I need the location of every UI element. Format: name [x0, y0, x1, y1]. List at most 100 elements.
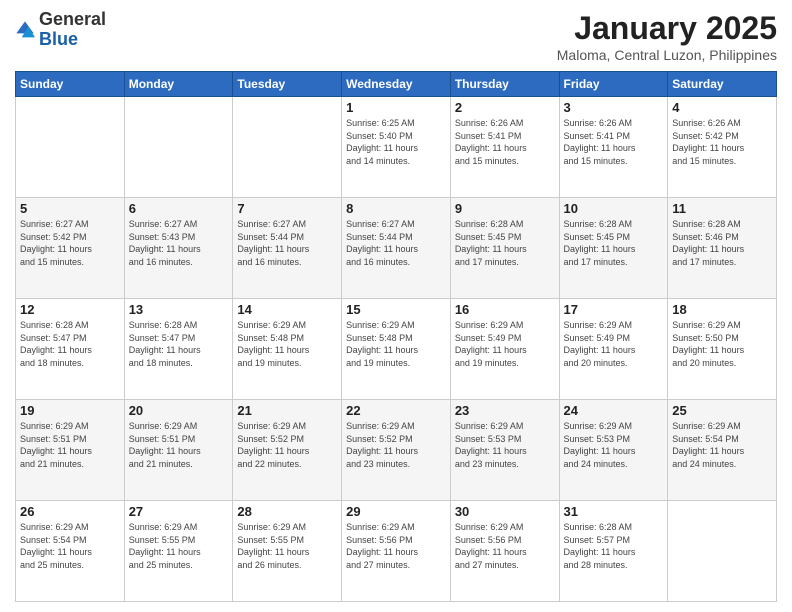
week-row-4: 19 Sunrise: 6:29 AMSunset: 5:51 PMDayligh…: [16, 400, 777, 501]
day-info: Sunrise: 6:29 AMSunset: 5:53 PMDaylight:…: [455, 420, 555, 470]
day-info: Sunrise: 6:26 AMSunset: 5:41 PMDaylight:…: [564, 117, 664, 167]
calendar: SundayMondayTuesdayWednesdayThursdayFrid…: [15, 71, 777, 602]
day-info: Sunrise: 6:29 AMSunset: 5:55 PMDaylight:…: [237, 521, 337, 571]
calendar-cell: 21Sunrise: 6:29 AMSunset: 5:52 PMDayligh…: [233, 400, 342, 501]
calendar-cell: 30Sunrise: 6:29 AMSunset: 5:56 PMDayligh…: [450, 501, 559, 602]
calendar-cell: 31 Sunrise: 6:28 AMSunset: 5:57 PMDayligh…: [559, 501, 668, 602]
day-header-wednesday: Wednesday: [342, 72, 451, 97]
logo-general: General: [39, 9, 106, 29]
day-info: Sunrise: 6:29 AMSunset: 5:48 PMDaylight:…: [346, 319, 446, 369]
day-number: 9: [455, 201, 555, 216]
day-number: 3: [564, 100, 664, 115]
day-number: 4: [672, 100, 772, 115]
day-header-tuesday: Tuesday: [233, 72, 342, 97]
day-info: Sunrise: 6:29 AMSunset: 5:56 PMDaylight:…: [346, 521, 446, 571]
day-info: Sunrise: 6:29 AMSunset: 5:48 PMDaylight:…: [237, 319, 337, 369]
day-info: Sunrise: 6:29 AMSunset: 5:53 PMDaylight:…: [564, 420, 664, 470]
day-number: 26: [20, 504, 120, 519]
page: General Blue January 2025 Maloma, Centra…: [0, 0, 792, 612]
calendar-cell: 7 Sunrise: 6:27 AMSunset: 5:44 PMDaylight…: [233, 198, 342, 299]
day-info: Sunrise: 6:28 AMSunset: 5:47 PMDaylight:…: [129, 319, 229, 369]
day-number: 22: [346, 403, 446, 418]
calendar-header: SundayMondayTuesdayWednesdayThursdayFrid…: [16, 72, 777, 97]
day-header-thursday: Thursday: [450, 72, 559, 97]
day-info: Sunrise: 6:28 AMSunset: 5:46 PMDaylight:…: [672, 218, 772, 268]
day-number: 7: [237, 201, 337, 216]
calendar-cell: [668, 501, 777, 602]
location: Maloma, Central Luzon, Philippines: [557, 47, 777, 63]
calendar-body: 1 Sunrise: 6:25 AMSunset: 5:40 PMDaylight…: [16, 97, 777, 602]
day-info: Sunrise: 6:29 AMSunset: 5:51 PMDaylight:…: [129, 420, 229, 470]
day-number: 18: [672, 302, 772, 317]
day-number: 20: [129, 403, 229, 418]
day-info: Sunrise: 6:29 AMSunset: 5:56 PMDaylight:…: [455, 521, 555, 571]
day-header-row: SundayMondayTuesdayWednesdayThursdayFrid…: [16, 72, 777, 97]
day-info: Sunrise: 6:25 AMSunset: 5:40 PMDaylight:…: [346, 117, 446, 167]
calendar-cell: 13 Sunrise: 6:28 AMSunset: 5:47 PMDayligh…: [124, 299, 233, 400]
calendar-cell: 23 Sunrise: 6:29 AMSunset: 5:53 PMDayligh…: [450, 400, 559, 501]
calendar-cell: 20 Sunrise: 6:29 AMSunset: 5:51 PMDayligh…: [124, 400, 233, 501]
calendar-cell: 4Sunrise: 6:26 AMSunset: 5:42 PMDaylight…: [668, 97, 777, 198]
day-number: 19: [20, 403, 120, 418]
day-number: 23: [455, 403, 555, 418]
day-number: 25: [672, 403, 772, 418]
calendar-cell: 19Sunrise: 6:29 AMSunset: 5:51 PMDayligh…: [16, 400, 125, 501]
day-info: Sunrise: 6:27 AMSunset: 5:43 PMDaylight:…: [129, 218, 229, 268]
day-info: Sunrise: 6:28 AMSunset: 5:57 PMDaylight:…: [564, 521, 664, 571]
day-number: 28: [237, 504, 337, 519]
month-title: January 2025: [557, 10, 777, 47]
day-info: Sunrise: 6:28 AMSunset: 5:47 PMDaylight:…: [20, 319, 120, 369]
day-number: 6: [129, 201, 229, 216]
calendar-cell: 14 Sunrise: 6:29 AMSunset: 5:48 PMDayligh…: [233, 299, 342, 400]
day-info: Sunrise: 6:27 AMSunset: 5:42 PMDaylight:…: [20, 218, 120, 268]
day-info: Sunrise: 6:26 AMSunset: 5:41 PMDaylight:…: [455, 117, 555, 167]
calendar-cell: 6 Sunrise: 6:27 AMSunset: 5:43 PMDaylight…: [124, 198, 233, 299]
calendar-cell: 15 Sunrise: 6:29 AMSunset: 5:48 PMDayligh…: [342, 299, 451, 400]
calendar-cell: 3 Sunrise: 6:26 AMSunset: 5:41 PMDaylight…: [559, 97, 668, 198]
day-number: 27: [129, 504, 229, 519]
calendar-cell: 8Sunrise: 6:27 AMSunset: 5:44 PMDaylight…: [342, 198, 451, 299]
day-info: Sunrise: 6:27 AMSunset: 5:44 PMDaylight:…: [237, 218, 337, 268]
calendar-cell: 24 Sunrise: 6:29 AMSunset: 5:53 PMDayligh…: [559, 400, 668, 501]
day-info: Sunrise: 6:29 AMSunset: 5:52 PMDaylight:…: [346, 420, 446, 470]
day-info: Sunrise: 6:29 AMSunset: 5:49 PMDaylight:…: [564, 319, 664, 369]
day-info: Sunrise: 6:28 AMSunset: 5:45 PMDaylight:…: [564, 218, 664, 268]
day-number: 17: [564, 302, 664, 317]
day-number: 10: [564, 201, 664, 216]
day-info: Sunrise: 6:29 AMSunset: 5:54 PMDaylight:…: [20, 521, 120, 571]
calendar-cell: 5Sunrise: 6:27 AMSunset: 5:42 PMDaylight…: [16, 198, 125, 299]
day-number: 2: [455, 100, 555, 115]
logo-icon: [15, 20, 35, 40]
day-info: Sunrise: 6:27 AMSunset: 5:44 PMDaylight:…: [346, 218, 446, 268]
day-number: 13: [129, 302, 229, 317]
calendar-cell: 10 Sunrise: 6:28 AMSunset: 5:45 PMDayligh…: [559, 198, 668, 299]
day-number: 29: [346, 504, 446, 519]
calendar-cell: 27Sunrise: 6:29 AMSunset: 5:55 PMDayligh…: [124, 501, 233, 602]
calendar-cell: [124, 97, 233, 198]
title-block: January 2025 Maloma, Central Luzon, Phil…: [557, 10, 777, 63]
day-number: 12: [20, 302, 120, 317]
calendar-cell: 28 Sunrise: 6:29 AMSunset: 5:55 PMDayligh…: [233, 501, 342, 602]
day-info: Sunrise: 6:29 AMSunset: 5:54 PMDaylight:…: [672, 420, 772, 470]
calendar-cell: 12 Sunrise: 6:28 AMSunset: 5:47 PMDayligh…: [16, 299, 125, 400]
day-number: 1: [346, 100, 446, 115]
day-number: 15: [346, 302, 446, 317]
logo: General Blue: [15, 10, 106, 50]
calendar-cell: [233, 97, 342, 198]
day-number: 31: [564, 504, 664, 519]
logo-blue: Blue: [39, 29, 78, 49]
day-number: 24: [564, 403, 664, 418]
logo-text: General Blue: [39, 10, 106, 50]
calendar-cell: [16, 97, 125, 198]
week-row-2: 5Sunrise: 6:27 AMSunset: 5:42 PMDaylight…: [16, 198, 777, 299]
day-header-friday: Friday: [559, 72, 668, 97]
calendar-cell: 18Sunrise: 6:29 AMSunset: 5:50 PMDayligh…: [668, 299, 777, 400]
day-number: 11: [672, 201, 772, 216]
day-info: Sunrise: 6:29 AMSunset: 5:52 PMDaylight:…: [237, 420, 337, 470]
calendar-cell: 26 Sunrise: 6:29 AMSunset: 5:54 PMDayligh…: [16, 501, 125, 602]
calendar-cell: 22 Sunrise: 6:29 AMSunset: 5:52 PMDayligh…: [342, 400, 451, 501]
day-number: 14: [237, 302, 337, 317]
day-header-monday: Monday: [124, 72, 233, 97]
day-info: Sunrise: 6:29 AMSunset: 5:49 PMDaylight:…: [455, 319, 555, 369]
day-number: 16: [455, 302, 555, 317]
